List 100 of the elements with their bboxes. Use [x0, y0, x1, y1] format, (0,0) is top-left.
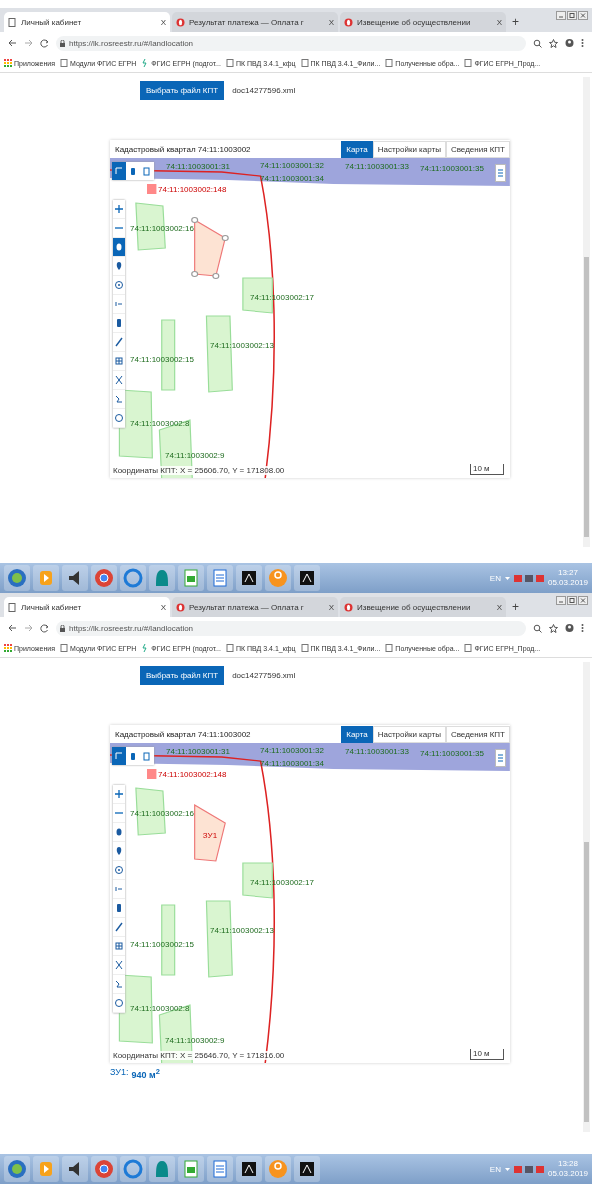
map-tool-button[interactable]: [113, 371, 125, 390]
map-tool-button[interactable]: [126, 162, 140, 180]
map-tool-button[interactable]: [126, 747, 140, 765]
map-tool-button[interactable]: [113, 823, 125, 842]
browser-tab[interactable]: Извещение об осуществлении X: [340, 597, 506, 617]
map-tab[interactable]: Настройки карты: [372, 140, 446, 158]
image-app-icon[interactable]: [239, 1159, 259, 1179]
copy-icon: [142, 166, 152, 176]
star-icon[interactable]: [549, 38, 558, 48]
forward-icon[interactable]: [24, 39, 33, 47]
reload-icon[interactable]: [40, 38, 49, 48]
zoom-icon[interactable]: [533, 623, 542, 633]
map-tool-button[interactable]: [113, 861, 125, 880]
map-tool-button[interactable]: [113, 975, 125, 994]
close-icon[interactable]: [578, 596, 588, 605]
close-tab-icon[interactable]: X: [328, 17, 334, 27]
map-tool-button[interactable]: [113, 333, 125, 352]
browser-tab[interactable]: Личный кабинет X: [4, 597, 170, 617]
parcel-label: 74:11:1003002:9: [165, 451, 225, 460]
new-tab-button[interactable]: +: [508, 597, 523, 617]
profile-icon[interactable]: [565, 38, 574, 48]
map-tool-button[interactable]: [113, 352, 125, 371]
spreadsheet-icon[interactable]: [181, 1159, 201, 1179]
more-icon[interactable]: [581, 38, 584, 48]
map-tool-button[interactable]: [113, 918, 125, 937]
tray-icons-drawing[interactable]: [513, 1164, 544, 1174]
vertex-handle[interactable]: [221, 234, 229, 242]
image-app-icon[interactable]: [297, 568, 317, 588]
map-tool-button[interactable]: [113, 219, 125, 238]
orb-icon[interactable]: [7, 1159, 27, 1179]
zoom-icon[interactable]: [533, 38, 542, 48]
map-tool-button[interactable]: [113, 937, 125, 956]
maximize-icon[interactable]: [567, 11, 577, 20]
caret-icon[interactable]: [504, 575, 510, 581]
browser-tab[interactable]: Результат платежа — Оплата г X: [172, 12, 338, 32]
map-tool-button[interactable]: [113, 899, 125, 918]
map-tab[interactable]: Настройки карты: [372, 725, 446, 743]
choose-file-button[interactable]: Выбрать файл КПТ: [140, 666, 225, 685]
close-tab-icon[interactable]: X: [160, 17, 166, 27]
image-app-icon[interactable]: [239, 568, 259, 588]
choose-file-button[interactable]: Выбрать файл КПТ: [140, 81, 225, 100]
browser-icon[interactable]: [94, 1159, 114, 1179]
vertex-handle[interactable]: [212, 272, 220, 280]
map-tool-button[interactable]: [113, 314, 125, 333]
scrollbar-thumb[interactable]: [584, 257, 589, 537]
vertex-handle[interactable]: [191, 216, 199, 224]
caret-icon[interactable]: [504, 1166, 510, 1172]
vertex-handle[interactable]: [191, 270, 199, 278]
more-icon[interactable]: [581, 623, 584, 633]
layers-button[interactable]: [495, 749, 506, 767]
map-tool-button[interactable]: [113, 200, 125, 219]
maximize-icon[interactable]: [567, 596, 577, 605]
document-icon[interactable]: [210, 1159, 230, 1179]
back-icon[interactable]: [8, 39, 17, 47]
map-tool-button[interactable]: [113, 994, 125, 1013]
map-tab[interactable]: Карта: [341, 725, 373, 743]
close-tab-icon[interactable]: X: [160, 602, 166, 612]
forward-icon[interactable]: [24, 624, 33, 632]
profile-icon[interactable]: [565, 623, 574, 633]
spreadsheet-icon[interactable]: [181, 568, 201, 588]
parcel-label: 74:11:1003002:9: [165, 1036, 225, 1045]
browser-tab[interactable]: Личный кабинет X: [4, 12, 170, 32]
browser-tab[interactable]: Извещение об осуществлении X: [340, 12, 506, 32]
person-circle-icon[interactable]: [268, 568, 288, 588]
map-tool-button[interactable]: [113, 390, 125, 409]
star-icon[interactable]: [549, 623, 558, 633]
map-tab[interactable]: Сведения КПТ: [445, 725, 510, 743]
scrollbar[interactable]: [583, 662, 590, 1132]
scrollbar[interactable]: [583, 77, 590, 547]
close-tab-icon[interactable]: X: [496, 602, 502, 612]
map-tool-button[interactable]: [113, 785, 125, 804]
globe-icon[interactable]: [123, 568, 143, 588]
close-icon[interactable]: [578, 11, 588, 20]
image-app-icon[interactable]: [297, 1159, 317, 1179]
orb-icon[interactable]: [7, 568, 27, 588]
close-tab-icon[interactable]: X: [328, 602, 334, 612]
address-field[interactable]: https://lk.rosreestr.ru/#/landlocation: [56, 35, 526, 51]
tray-icons-drawing[interactable]: [513, 573, 544, 583]
globe-icon[interactable]: [123, 1159, 143, 1179]
person-circle-icon[interactable]: [268, 1159, 288, 1179]
map-tool-button[interactable]: [113, 842, 125, 861]
back-icon[interactable]: [8, 624, 17, 632]
scrollbar-thumb[interactable]: [584, 842, 589, 1122]
map-tab[interactable]: Сведения КПТ: [445, 140, 510, 158]
map-tool-button[interactable]: [113, 804, 125, 823]
document-icon[interactable]: [210, 568, 230, 588]
close-tab-icon[interactable]: X: [496, 17, 502, 27]
new-tab-button[interactable]: +: [508, 12, 523, 32]
map-tool-button[interactable]: [113, 956, 125, 975]
browser-icon[interactable]: [94, 568, 114, 588]
map-title: Кадастровый квартал 74:11:1003002: [115, 144, 251, 154]
layers-button[interactable]: [495, 164, 506, 182]
address-field[interactable]: https://lk.rosreestr.ru/#/landlocation: [56, 620, 526, 636]
map-tool-button[interactable]: [113, 257, 125, 276]
map-tool-button[interactable]: [113, 238, 125, 257]
browser-tab[interactable]: Результат платежа — Оплата г X: [172, 597, 338, 617]
map-tab[interactable]: Карта: [341, 140, 373, 158]
reload-icon[interactable]: [40, 623, 49, 633]
map-tool-button[interactable]: [113, 276, 125, 295]
map-tool-button[interactable]: [113, 409, 125, 428]
